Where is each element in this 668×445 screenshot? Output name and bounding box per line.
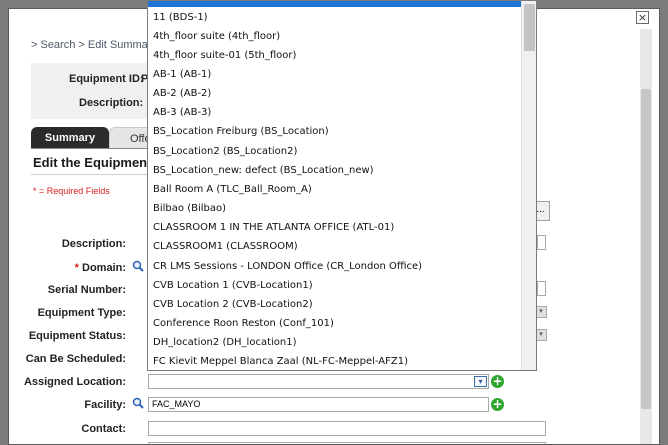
highlighted-option[interactable] <box>148 1 521 7</box>
equipment-id-label: Equipment ID: <box>69 73 144 85</box>
dropdown-option[interactable]: CVB Location 1 (CVB-Location1) <box>153 280 313 291</box>
serial-number-input-edge[interactable] <box>537 281 546 296</box>
assigned-location-label: Assigned Location: <box>23 376 126 388</box>
dropdown-option[interactable]: AB-3 (AB-3) <box>153 107 211 118</box>
tab-summary[interactable]: Summary <box>31 127 109 149</box>
dropdown-option[interactable]: 11 (BDS-1) <box>153 12 208 23</box>
dropdown-scrollbar[interactable] <box>521 1 536 370</box>
description-header-label: Description: <box>79 97 144 109</box>
assigned-location-select[interactable]: ▾ <box>148 374 489 389</box>
can-be-scheduled-label: Can Be Scheduled: <box>25 353 126 365</box>
facility-search-icon[interactable] <box>132 397 144 409</box>
dropdown-option[interactable]: Bilbao (Bilbao) <box>153 203 226 214</box>
facility-input[interactable]: FAC_MAYO <box>148 397 489 412</box>
section-title: Edit the Equipment <box>33 155 152 170</box>
dropdown-option[interactable]: Conference Roon Reston (Conf_101) <box>153 318 334 329</box>
tab-divider <box>31 148 156 149</box>
section-divider <box>31 174 156 175</box>
breadcrumb[interactable]: > Search > Edit Summary <box>31 39 157 51</box>
dropdown-option[interactable]: AB-2 (AB-2) <box>153 88 211 99</box>
dropdown-option[interactable]: AB-1 (AB-1) <box>153 69 211 80</box>
equipment-status-label: Equipment Status: <box>28 330 126 342</box>
domain-search-icon[interactable] <box>132 260 144 272</box>
dropdown-option[interactable]: CLASSROOM 1 IN THE ATLANTA OFFICE (ATL-0… <box>153 222 394 233</box>
add-location-icon[interactable]: + <box>491 375 504 388</box>
description-label: Description: <box>61 238 126 250</box>
contact-label: Contact: <box>81 423 126 435</box>
serial-number-label: Serial Number: <box>47 284 126 296</box>
domain-label: * Domain: <box>9 262 126 274</box>
required-star: * <box>74 262 79 274</box>
description-input-edge[interactable] <box>537 235 546 250</box>
dropdown-option[interactable]: BS_Location2 (BS_Location2) <box>153 146 297 157</box>
domain-label-text: Domain: <box>82 262 126 274</box>
dropdown-option[interactable]: BS_Location Freiburg (BS_Location) <box>153 126 329 137</box>
dropdown-option[interactable]: CR LMS Sessions - LONDON Office (CR_Lond… <box>153 261 422 272</box>
assigned-location-dropdown: 11 (BDS-1) 4th_floor suite (4th_floor) 4… <box>147 0 537 371</box>
dialog-scrollbar-thumb[interactable] <box>641 89 651 409</box>
dropdown-option[interactable]: 4th_floor suite-01 (5th_floor) <box>153 50 296 61</box>
dropdown-option[interactable]: 4th_floor suite (4th_floor) <box>153 31 280 42</box>
dropdown-option[interactable]: FC Kievit Meppel Blanca Zaal (NL-FC-Mepp… <box>153 356 408 367</box>
contact-input[interactable] <box>148 421 546 436</box>
chevron-down-icon[interactable]: ▾ <box>474 376 487 387</box>
dropdown-option[interactable]: CVB Location 2 (CVB-Location2) <box>153 299 313 310</box>
dropdown-option[interactable]: Ball Room A (TLC_Ball_Room_A) <box>153 184 312 195</box>
equipment-header: Equipment ID: PB Description: <box>31 63 161 119</box>
add-facility-icon[interactable]: + <box>491 398 504 411</box>
dropdown-option[interactable]: BS_Location_new: defect (BS_Location_new… <box>153 165 374 176</box>
equipment-type-label: Equipment Type: <box>37 307 126 319</box>
dropdown-scrollbar-thumb[interactable] <box>524 4 535 51</box>
dropdown-option[interactable]: DH_location2 (DH_location1) <box>153 337 297 348</box>
dropdown-option[interactable]: CLASSROOM1 (CLASSROOM) <box>153 241 298 252</box>
facility-label: Facility: <box>84 399 126 411</box>
required-fields-note: * = Required Fields <box>33 186 110 196</box>
close-icon[interactable]: × <box>636 11 649 24</box>
